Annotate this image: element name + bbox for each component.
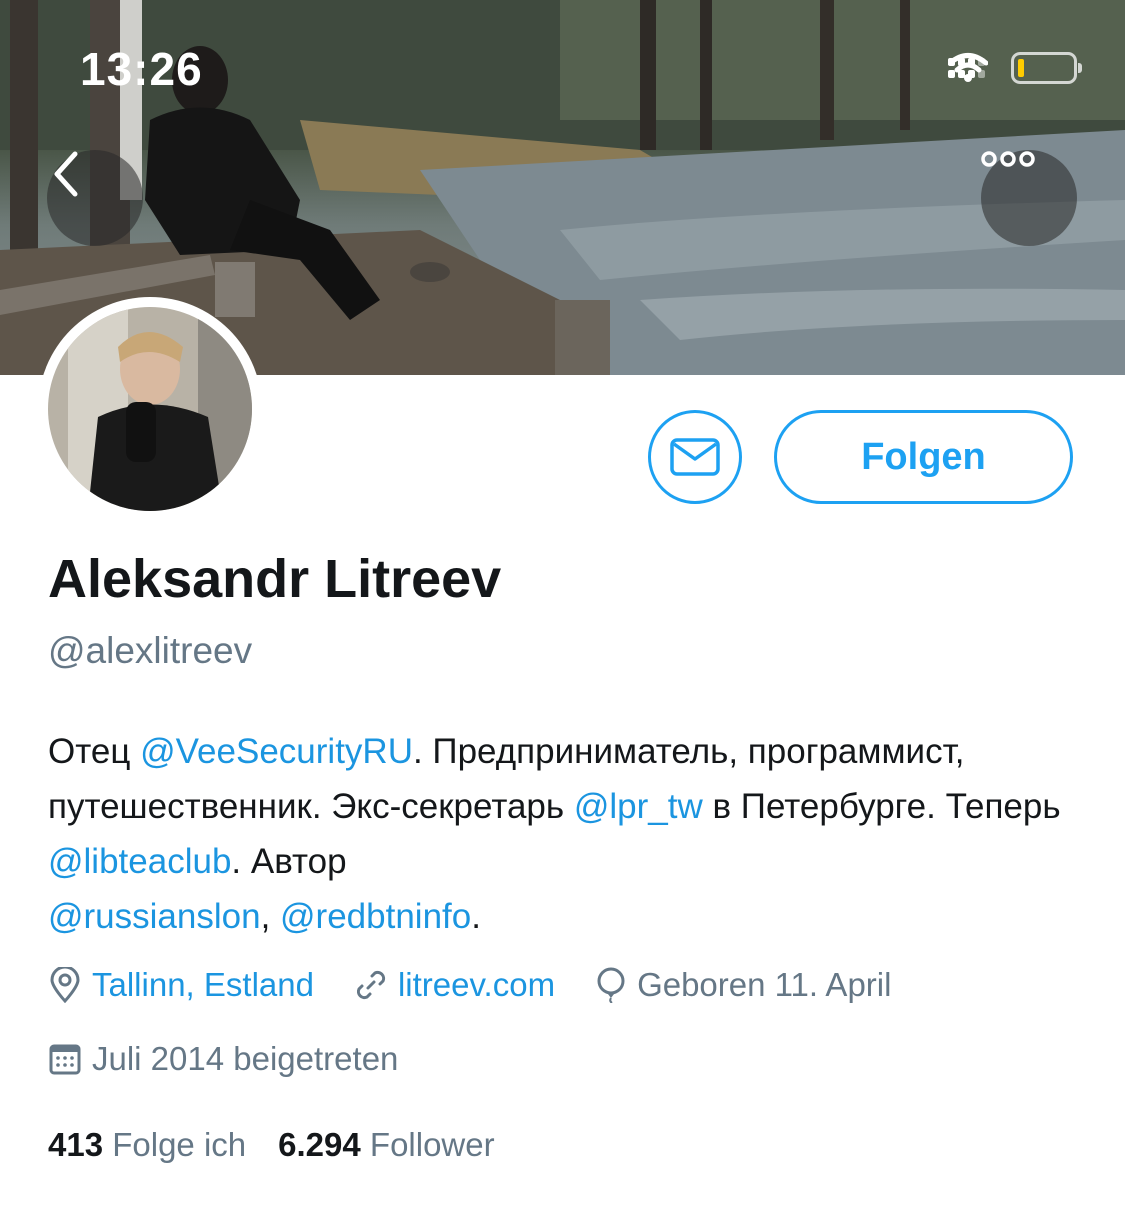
profile-joined: Juli 2014 beigetreten <box>48 1040 398 1078</box>
profile-website: litreev.com <box>354 966 555 1004</box>
bio-mention[interactable]: @VeeSecurityRU <box>140 732 413 771</box>
map-pin-icon <box>50 967 80 1003</box>
bio-text: . Автор <box>231 842 347 881</box>
location-text[interactable]: Tallinn, Estland <box>92 966 314 1004</box>
follow-button[interactable]: Folgen <box>774 410 1073 504</box>
message-button[interactable] <box>648 410 742 504</box>
balloon-icon <box>597 967 625 1003</box>
bio-text: , <box>260 897 281 936</box>
profile-location: Tallinn, Estland <box>48 966 314 1004</box>
website-link[interactable]: litreev.com <box>398 966 555 1004</box>
status-indicators <box>948 52 1082 84</box>
back-button[interactable] <box>47 150 143 246</box>
profile-avatar[interactable] <box>38 297 262 521</box>
link-icon <box>356 970 385 1000</box>
more-options-button[interactable] <box>981 150 1077 246</box>
envelope-icon <box>670 438 720 476</box>
wifi-icon <box>948 53 988 82</box>
profile-meta-row: Tallinn, Estland litreev.com Geboren 11.… <box>48 966 931 1004</box>
follow-counts: 413 Folge ich 6.294 Follower <box>48 1126 527 1164</box>
birthday-text: Geboren 11. April <box>637 966 892 1003</box>
followers-count[interactable]: 6.294 Follower <box>278 1126 494 1164</box>
bio-text: в Петербурге. Теперь <box>702 787 1061 826</box>
profile-handle: @alexlitreev <box>48 630 253 671</box>
following-count[interactable]: 413 Folge ich <box>48 1126 246 1164</box>
followers-label: Follower <box>369 1126 495 1163</box>
bio-mention[interactable]: @russianslon <box>48 897 261 936</box>
status-time: 13:26 <box>80 43 203 95</box>
followers-number: 6.294 <box>278 1126 361 1163</box>
chevron-left-icon <box>54 151 78 197</box>
profile-meta-row: Juli 2014 beigetreten <box>48 1040 438 1078</box>
bio-text: Отец <box>48 732 141 771</box>
profile-birthday: Geboren 11. April <box>595 966 891 1004</box>
following-number: 413 <box>48 1126 104 1163</box>
bio-text: . <box>471 897 481 936</box>
following-label: Folge ich <box>112 1126 247 1163</box>
profile-name: Aleksandr Litreev <box>48 549 502 609</box>
avatar-photo <box>48 307 252 511</box>
calendar-icon <box>49 1044 81 1075</box>
joined-text: Juli 2014 beigetreten <box>92 1040 399 1077</box>
bio-mention[interactable]: @lpr_tw <box>574 787 703 826</box>
battery-icon <box>1011 52 1082 84</box>
more-horizontal-icon <box>981 151 1035 167</box>
bio-mention[interactable]: @libteaclub <box>48 842 231 881</box>
profile-bio: Отец @VeeSecurityRU. Предприниматель, пр… <box>48 724 1088 944</box>
bio-mention[interactable]: @redbtninfo <box>280 897 471 936</box>
